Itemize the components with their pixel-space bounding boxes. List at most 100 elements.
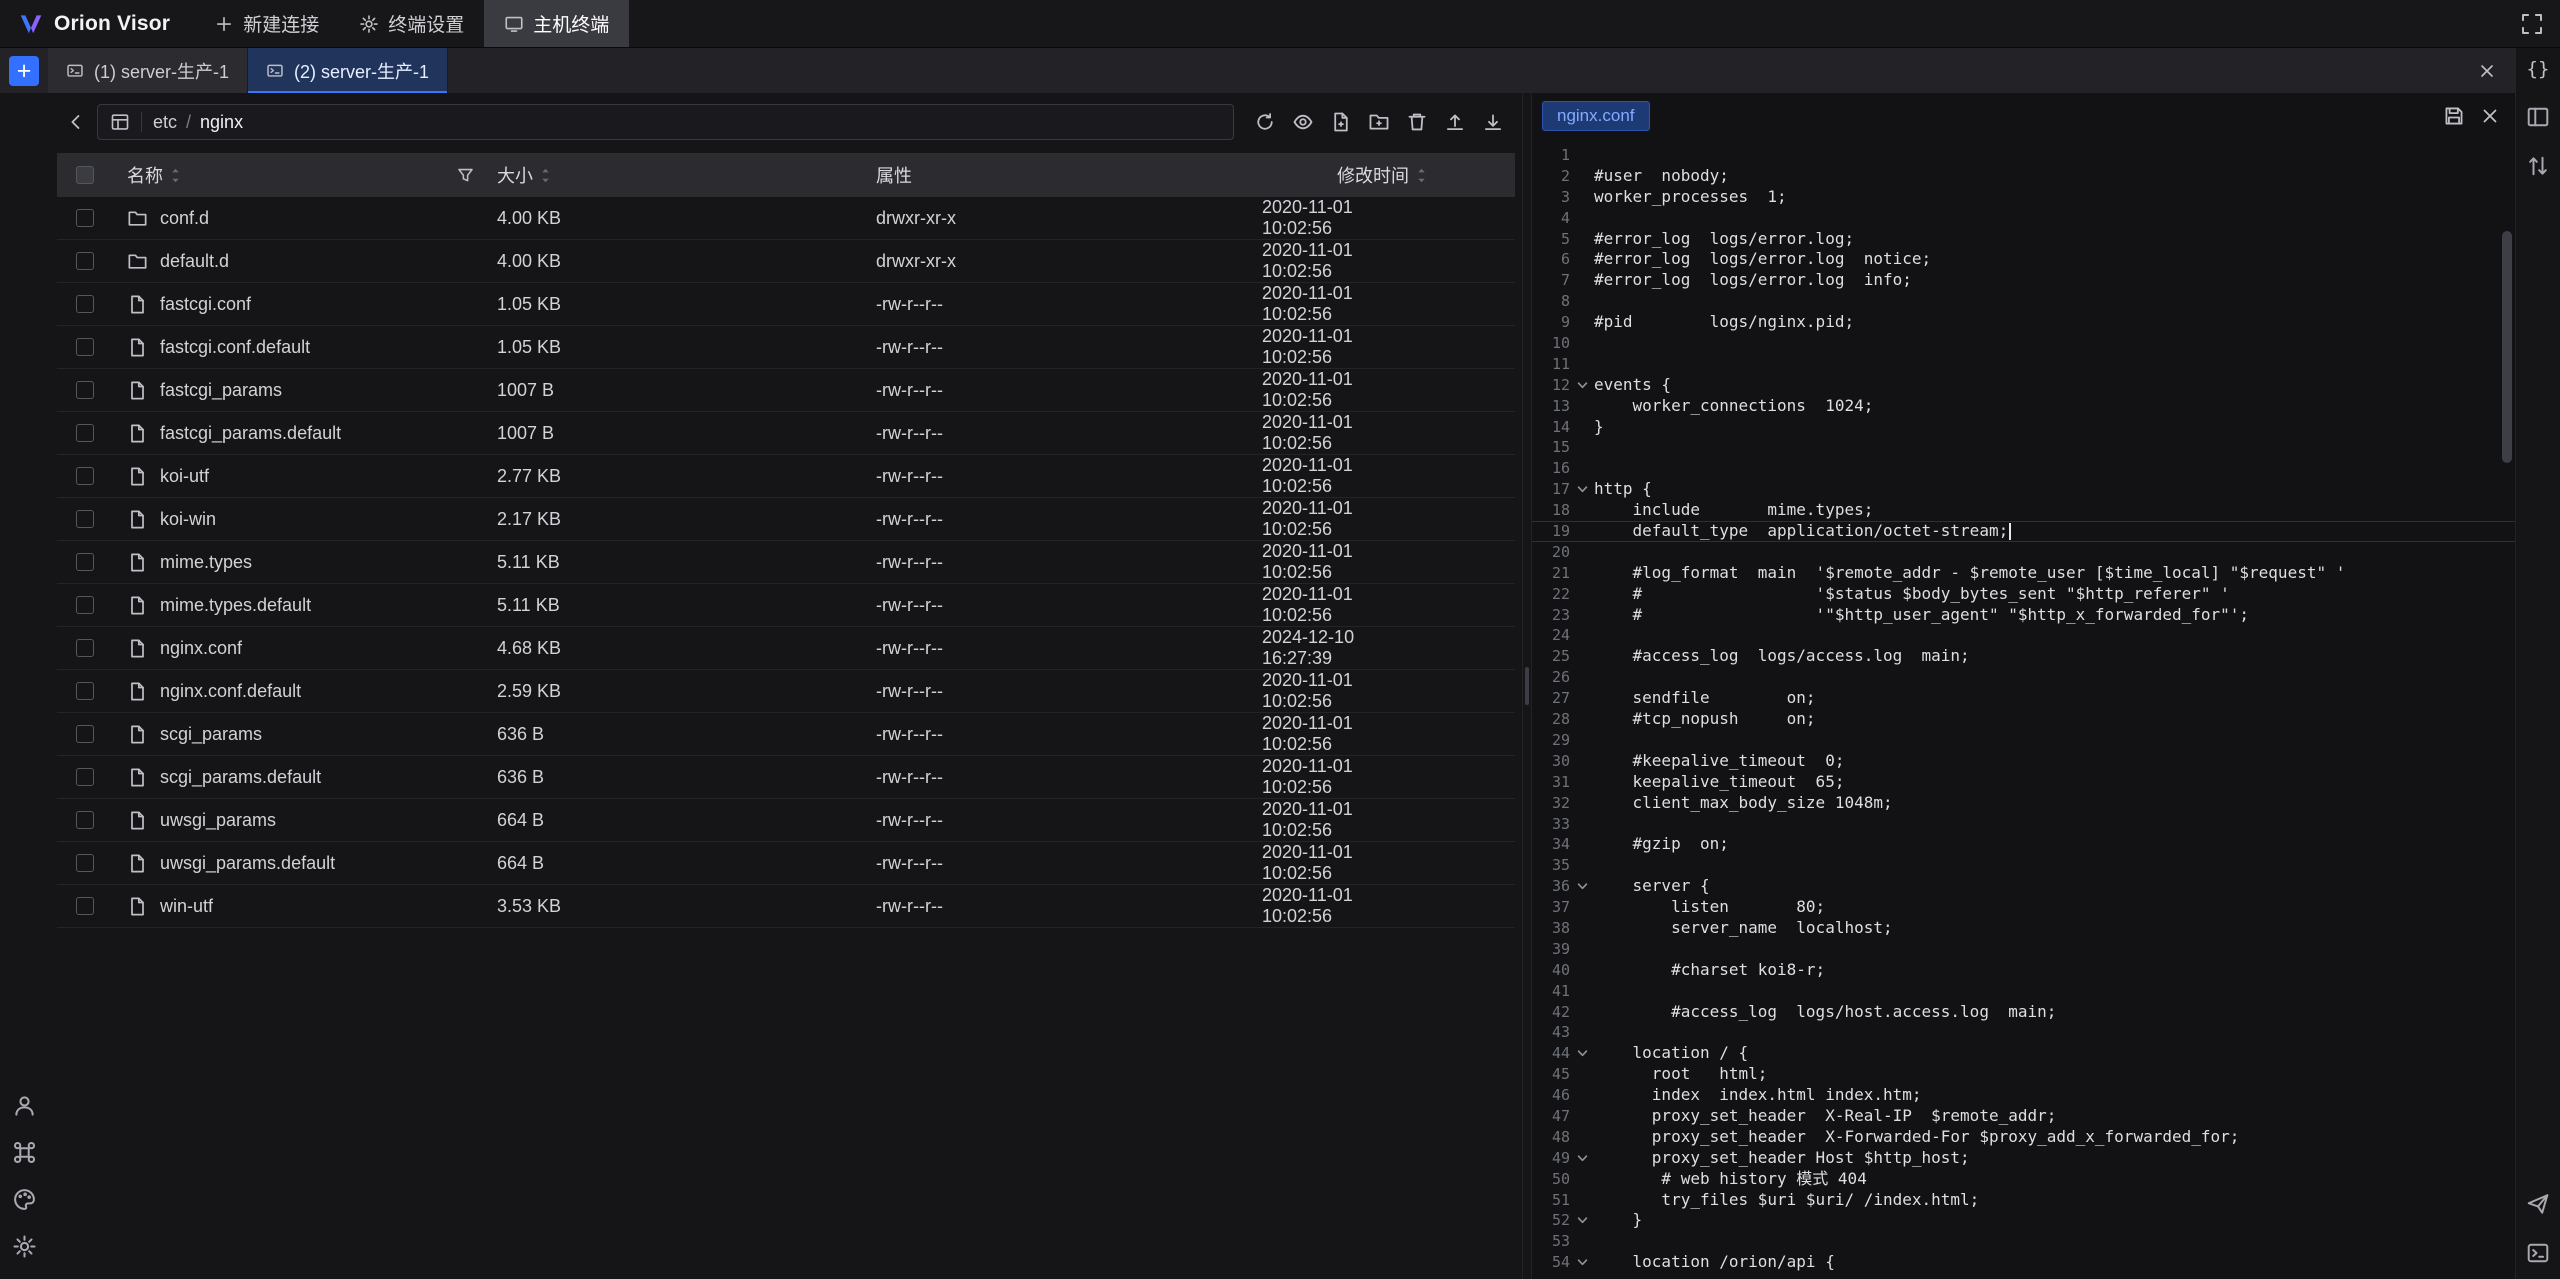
file-name[interactable]: default.d: [160, 251, 229, 272]
file-name[interactable]: fastcgi.conf.default: [160, 337, 310, 358]
code-line[interactable]: 42 #access_log logs/host.access.log main…: [1532, 1002, 2515, 1023]
table-row[interactable]: fastcgi.conf1.05 KB-rw-r--r--2020-11-01 …: [57, 283, 1515, 326]
file-name[interactable]: win-utf: [160, 896, 213, 917]
row-checkbox[interactable]: [76, 725, 94, 743]
user-icon[interactable]: [12, 1093, 37, 1118]
editor-close-icon[interactable]: [2479, 105, 2501, 127]
table-row[interactable]: scgi_params.default636 B-rw-r--r--2020-1…: [57, 756, 1515, 799]
file-name[interactable]: conf.d: [160, 208, 209, 229]
layout-panel-icon[interactable]: [2526, 105, 2550, 129]
editor-body[interactable]: 12#user nobody;3worker_processes 1;45#er…: [1532, 139, 2515, 1279]
row-checkbox[interactable]: [76, 596, 94, 614]
braces-icon[interactable]: {}: [2527, 58, 2550, 80]
row-checkbox[interactable]: [76, 338, 94, 356]
splitter-handle[interactable]: [1525, 667, 1529, 705]
code-line[interactable]: 17http {: [1532, 479, 2515, 500]
table-row[interactable]: mime.types.default5.11 KB-rw-r--r--2020-…: [57, 584, 1515, 627]
menu-new-connection[interactable]: 新建连接: [194, 0, 339, 47]
code-line[interactable]: 14}: [1532, 417, 2515, 438]
menu-terminal-settings[interactable]: 终端设置: [339, 0, 484, 47]
save-icon[interactable]: [2443, 105, 2465, 127]
code-line[interactable]: 15: [1532, 437, 2515, 458]
code-line[interactable]: 25 #access_log logs/access.log main;: [1532, 646, 2515, 667]
new-tab-button[interactable]: +: [9, 56, 39, 86]
row-checkbox[interactable]: [76, 639, 94, 657]
list-view-icon[interactable]: [110, 112, 130, 132]
editor-scrollbar-thumb[interactable]: [2502, 231, 2512, 463]
row-checkbox[interactable]: [76, 467, 94, 485]
file-name[interactable]: nginx.conf: [160, 638, 242, 659]
code-line[interactable]: 34 #gzip on;: [1532, 834, 2515, 855]
row-checkbox[interactable]: [76, 553, 94, 571]
table-row[interactable]: fastcgi_params.default1007 B-rw-r--r--20…: [57, 412, 1515, 455]
file-name[interactable]: scgi_params.default: [160, 767, 321, 788]
sort-carets-icon[interactable]: [170, 167, 181, 184]
fold-chevron-icon[interactable]: [1570, 1256, 1594, 1269]
code-line[interactable]: 13 worker_connections 1024;: [1532, 396, 2515, 417]
code-line[interactable]: 26: [1532, 667, 2515, 688]
download-icon[interactable]: [1476, 105, 1510, 139]
table-row[interactable]: uwsgi_params664 B-rw-r--r--2020-11-01 10…: [57, 799, 1515, 842]
upload-icon[interactable]: [1438, 105, 1472, 139]
back-button[interactable]: [59, 105, 93, 139]
code-line[interactable]: 28 #tcp_nopush on;: [1532, 709, 2515, 730]
code-line[interactable]: 9#pid logs/nginx.pid;: [1532, 312, 2515, 333]
code-line[interactable]: 29: [1532, 730, 2515, 751]
file-name[interactable]: fastcgi_params.default: [160, 423, 341, 444]
code-line[interactable]: 10: [1532, 333, 2515, 354]
file-name[interactable]: mime.types.default: [160, 595, 311, 616]
table-row[interactable]: fastcgi_params1007 B-rw-r--r--2020-11-01…: [57, 369, 1515, 412]
table-row[interactable]: nginx.conf4.68 KB-rw-r--r--2024-12-10 16…: [57, 627, 1515, 670]
code-line[interactable]: 3worker_processes 1;: [1532, 187, 2515, 208]
code-line[interactable]: 54 location /orion/api {: [1532, 1252, 2515, 1273]
fold-chevron-icon[interactable]: [1570, 1152, 1594, 1165]
file-name[interactable]: fastcgi.conf: [160, 294, 251, 315]
row-checkbox[interactable]: [76, 682, 94, 700]
new-folder-icon[interactable]: [1362, 105, 1396, 139]
delete-trash-icon[interactable]: [1400, 105, 1434, 139]
code-line[interactable]: 30 #keepalive_timeout 0;: [1532, 751, 2515, 772]
code-line[interactable]: 20: [1532, 542, 2515, 563]
code-line[interactable]: 1: [1532, 145, 2515, 166]
code-line[interactable]: 46 index index.html index.htm;: [1532, 1085, 2515, 1106]
row-checkbox[interactable]: [76, 510, 94, 528]
command-icon[interactable]: [12, 1140, 37, 1165]
code-line[interactable]: 35: [1532, 855, 2515, 876]
row-checkbox[interactable]: [76, 768, 94, 786]
filter-icon[interactable]: [456, 166, 475, 185]
fold-chevron-icon[interactable]: [1570, 483, 1594, 496]
code-line[interactable]: 44 location / {: [1532, 1043, 2515, 1064]
code-line[interactable]: 4: [1532, 208, 2515, 229]
sort-carets-icon[interactable]: [540, 167, 551, 184]
code-line[interactable]: 22 # '$status $body_bytes_sent "$http_re…: [1532, 584, 2515, 605]
fold-chevron-icon[interactable]: [1570, 379, 1594, 392]
file-name[interactable]: uwsgi_params: [160, 810, 276, 831]
breadcrumb[interactable]: etc/nginx: [97, 104, 1234, 140]
table-row[interactable]: fastcgi.conf.default1.05 KB-rw-r--r--202…: [57, 326, 1515, 369]
select-all-checkbox[interactable]: [76, 166, 94, 184]
file-name[interactable]: uwsgi_params.default: [160, 853, 335, 874]
theme-icon[interactable]: [12, 1187, 37, 1212]
code-line[interactable]: 23 # '"$http_user_agent" "$http_x_forwar…: [1532, 605, 2515, 626]
sort-carets-icon[interactable]: [1416, 167, 1427, 184]
code-line[interactable]: 47 proxy_set_header X-Real-IP $remote_ad…: [1532, 1106, 2515, 1127]
code-line[interactable]: 24: [1532, 625, 2515, 646]
code-line[interactable]: 7#error_log logs/error.log info;: [1532, 270, 2515, 291]
row-checkbox[interactable]: [76, 381, 94, 399]
table-row[interactable]: default.d4.00 KBdrwxr-xr-x2020-11-01 10:…: [57, 240, 1515, 283]
table-row[interactable]: conf.d4.00 KBdrwxr-xr-x2020-11-01 10:02:…: [57, 197, 1515, 240]
row-checkbox[interactable]: [76, 854, 94, 872]
row-checkbox[interactable]: [76, 811, 94, 829]
code-line[interactable]: 5#error_log logs/error.log;: [1532, 229, 2515, 250]
table-row[interactable]: scgi_params636 B-rw-r--r--2020-11-01 10:…: [57, 713, 1515, 756]
code-line[interactable]: 12events {: [1532, 375, 2515, 396]
code-line[interactable]: 19 default_type application/octet-stream…: [1532, 521, 2515, 542]
code-line[interactable]: 51 try_files $uri $uri/ /index.html;: [1532, 1190, 2515, 1211]
terminal-box-icon[interactable]: [2526, 1241, 2550, 1265]
fold-chevron-icon[interactable]: [1570, 1047, 1594, 1060]
file-name[interactable]: fastcgi_params: [160, 380, 282, 401]
code-line[interactable]: 2#user nobody;: [1532, 166, 2515, 187]
row-checkbox[interactable]: [76, 209, 94, 227]
code-line[interactable]: 8: [1532, 291, 2515, 312]
code-line[interactable]: 39: [1532, 939, 2515, 960]
